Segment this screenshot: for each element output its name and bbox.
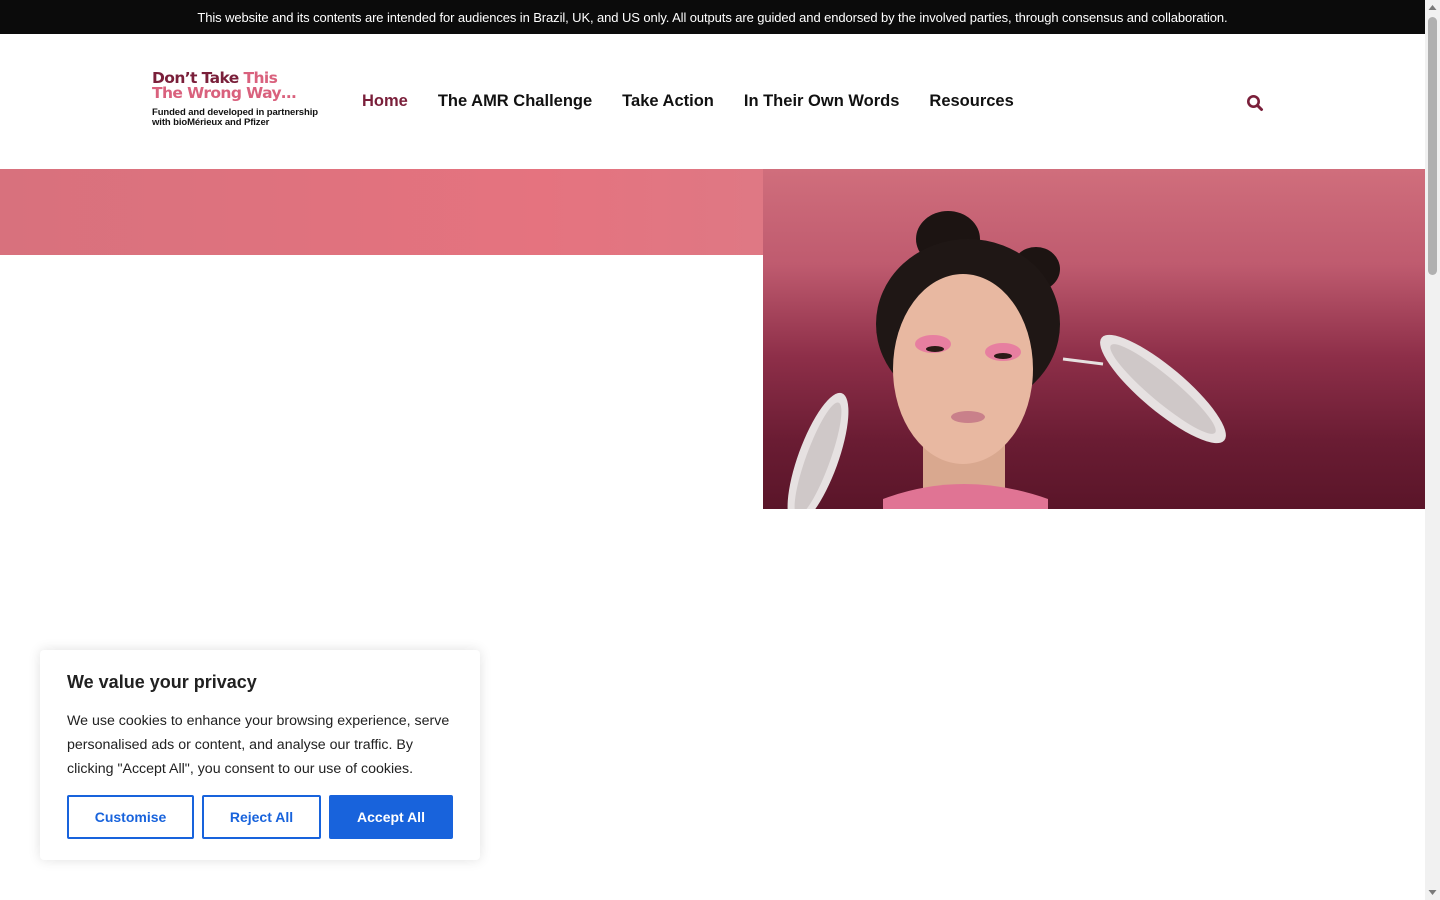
scroll-thumb[interactable] <box>1428 17 1437 275</box>
search-button[interactable] <box>1245 93 1265 113</box>
hero-image <box>763 169 1425 509</box>
chevron-down-icon <box>1428 890 1437 895</box>
hero-text-area <box>0 255 763 509</box>
scroll-down-arrow[interactable] <box>1425 885 1440 900</box>
nav-home[interactable]: Home <box>362 92 408 111</box>
disclaimer-text: This website and its contents are intend… <box>197 9 1228 25</box>
logo-line-2: The Wrong Way… <box>152 84 297 102</box>
reject-all-button[interactable]: Reject All <box>202 795 321 839</box>
search-icon <box>1247 95 1263 111</box>
hero-illustration <box>787 211 1226 509</box>
cookie-buttons: Customise Reject All Accept All <box>67 795 453 839</box>
vertical-scrollbar[interactable] <box>1425 0 1440 900</box>
accept-all-button[interactable]: Accept All <box>329 795 453 839</box>
cookie-description: We use cookies to enhance your browsing … <box>67 713 450 777</box>
site-logo[interactable]: Don’t Take This The Wrong Way… Funded an… <box>152 70 332 133</box>
nav-amr-challenge[interactable]: The AMR Challenge <box>438 92 592 111</box>
site-header: Don’t Take This The Wrong Way… Funded an… <box>0 34 1425 169</box>
nav-resources[interactable]: Resources <box>929 92 1013 111</box>
logo-sub-2: with bioMérieux and Pfizer <box>152 117 270 128</box>
scroll-up-arrow[interactable] <box>1425 0 1440 15</box>
main-nav: Home The AMR Challenge Take Action In Th… <box>362 34 1044 169</box>
disclaimer-banner: This website and its contents are intend… <box>0 0 1425 34</box>
cookie-title: We value your privacy <box>67 672 257 692</box>
chevron-up-icon <box>1428 5 1437 10</box>
hero-section <box>0 169 1425 509</box>
customise-button[interactable]: Customise <box>67 795 194 839</box>
nav-take-action[interactable]: Take Action <box>622 92 714 111</box>
cookie-consent-dialog: We value your privacy We use cookies to … <box>40 650 480 860</box>
nav-in-their-own-words[interactable]: In Their Own Words <box>744 92 900 111</box>
